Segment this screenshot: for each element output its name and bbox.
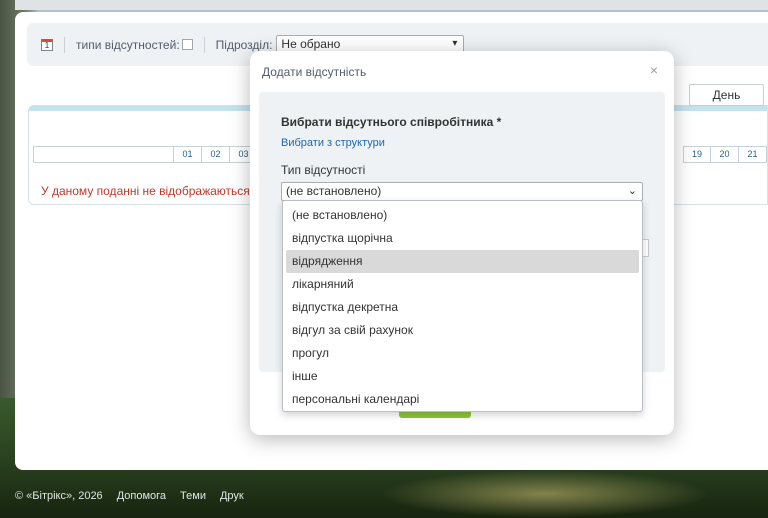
close-icon[interactable]: × (650, 62, 658, 78)
dialog-title: Додати відсутність (262, 65, 367, 79)
dropdown-option[interactable]: відгул за свій рахунок (286, 319, 639, 342)
dropdown-option[interactable]: (не встановлено) (286, 204, 639, 227)
absence-type-label: Тип відсутності (281, 163, 366, 177)
dropdown-option[interactable]: інше (286, 365, 639, 388)
chevron-down-icon: ⌄ (627, 185, 637, 197)
dropdown-option-highlighted[interactable]: відрядження (286, 250, 639, 273)
dropdown-option[interactable]: персональні календарі (286, 388, 639, 411)
absence-type-select-value: (не встановлено) (286, 184, 382, 198)
dropdown-option[interactable]: лікарняний (286, 273, 639, 296)
dropdown-option[interactable]: прогул (286, 342, 639, 365)
employee-label: Вибрати відсутнього співробітника * (281, 115, 502, 129)
choose-from-structure-link[interactable]: Вибрати з структури (281, 137, 385, 149)
dropdown-option[interactable]: відпустка щорічна (286, 227, 639, 250)
dropdown-option[interactable]: відпустка декретна (286, 296, 639, 319)
absence-type-dropdown: (не встановлено) відпустка щорічна відря… (282, 200, 643, 412)
absence-type-select[interactable]: (не встановлено) ⌄ (281, 182, 643, 201)
